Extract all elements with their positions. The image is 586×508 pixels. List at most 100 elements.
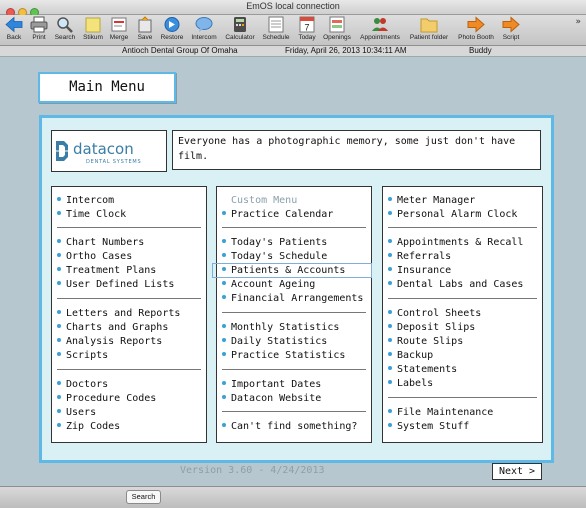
- bullet-icon: [388, 380, 392, 384]
- appointments-icon: [372, 18, 388, 31]
- menu-item-scripts[interactable]: Scripts: [57, 349, 108, 362]
- bullet-icon: [388, 211, 392, 215]
- menu-item-todays-schedule[interactable]: Today's Schedule: [222, 250, 327, 263]
- toolbar-save-label: Save: [137, 34, 153, 41]
- custom-menu-header[interactable]: Custom Menu: [231, 194, 297, 207]
- toolbar-photo-booth-button[interactable]: Photo Booth: [455, 15, 497, 45]
- menu-item-cant-find-something[interactable]: Can't find something?: [222, 420, 357, 433]
- menu-item-treatment-plans[interactable]: Treatment Plans: [57, 264, 156, 277]
- menu-item-time-clock[interactable]: Time Clock: [57, 208, 126, 221]
- bullet-icon: [388, 197, 392, 201]
- bullet-icon: [57, 267, 61, 271]
- divider: [57, 369, 201, 370]
- toolbar: Back Print Search Stikum Merge Save Rest…: [0, 15, 586, 46]
- menu-item-control-sheets[interactable]: Control Sheets: [388, 307, 481, 320]
- divider: [57, 298, 201, 299]
- menu-item-intercom[interactable]: Intercom: [57, 194, 114, 207]
- speech-bubble-icon: [195, 17, 213, 32]
- menu-item-zip-codes[interactable]: Zip Codes: [57, 420, 120, 433]
- toolbar-overflow-icon[interactable]: »: [575, 17, 581, 27]
- menu-item-personal-alarm-clock[interactable]: Personal Alarm Clock: [388, 208, 517, 221]
- menu-item-statements[interactable]: Statements: [388, 363, 457, 376]
- toolbar-appointments-button[interactable]: Appointments: [356, 15, 404, 45]
- menu-column-2: Custom Menu Practice Calendar Today's Pa…: [212, 186, 372, 443]
- divider: [57, 227, 201, 228]
- menu-item-letters-and-reports[interactable]: Letters and Reports: [57, 307, 180, 320]
- bottom-bar: Search: [0, 486, 586, 508]
- menu-item-route-slips[interactable]: Route Slips: [388, 335, 463, 348]
- menu-item-ortho-cases[interactable]: Ortho Cases: [57, 250, 132, 263]
- toolbar-script-button[interactable]: Script: [499, 15, 523, 45]
- toolbar-back-button[interactable]: Back: [3, 15, 25, 45]
- menu-item-chart-numbers[interactable]: Chart Numbers: [57, 236, 144, 249]
- divider: [222, 411, 366, 412]
- menu-item-user-defined-lists[interactable]: User Defined Lists: [57, 278, 174, 291]
- menu-item-financial-arrangements[interactable]: Financial Arrangements: [222, 292, 363, 305]
- next-button[interactable]: Next >: [492, 463, 542, 480]
- bullet-icon: [57, 381, 61, 385]
- menu-item-practice-statistics[interactable]: Practice Statistics: [222, 349, 345, 362]
- menu-item-important-dates[interactable]: Important Dates: [222, 378, 321, 391]
- toolbar-today-label: Today: [298, 34, 316, 41]
- version-label: Version 3.60 - 4/24/2013: [180, 465, 325, 476]
- toolbar-openings-button[interactable]: Openings: [320, 15, 354, 45]
- back-arrow-icon: [5, 16, 23, 33]
- menu-item-monthly-statistics[interactable]: Monthly Statistics: [222, 321, 339, 334]
- bullet-icon: [222, 211, 226, 215]
- menu-item-charts-and-graphs[interactable]: Charts and Graphs: [57, 321, 168, 334]
- menu-item-appointments-and-recall[interactable]: Appointments & Recall: [388, 236, 523, 249]
- title-bar: EmOS local connection: [0, 0, 586, 17]
- menu-item-daily-statistics[interactable]: Daily Statistics: [222, 335, 327, 348]
- toolbar-appointments-label: Appointments: [360, 34, 400, 41]
- toolbar-search-button[interactable]: Search: [52, 15, 78, 45]
- menu-item-doctors[interactable]: Doctors: [57, 378, 108, 391]
- toolbar-schedule-button[interactable]: Schedule: [260, 15, 292, 45]
- toolbar-today-button[interactable]: 7 Today: [294, 15, 320, 45]
- toolbar-back-label: Back: [6, 34, 22, 41]
- bullet-icon: [388, 281, 392, 285]
- divider: [388, 298, 537, 299]
- menu-item-insurance[interactable]: Insurance: [388, 264, 451, 277]
- menu-item-backup[interactable]: Backup: [388, 349, 433, 362]
- menu-item-meter-manager[interactable]: Meter Manager: [388, 194, 475, 207]
- menu-item-deposit-slips[interactable]: Deposit Slips: [388, 321, 475, 334]
- toolbar-restore-button[interactable]: Restore: [158, 15, 186, 45]
- menu-item-labels[interactable]: Labels: [388, 377, 433, 390]
- toolbar-save-button[interactable]: Save: [133, 15, 157, 45]
- bullet-icon: [222, 295, 226, 299]
- bullet-icon: [222, 239, 226, 243]
- menu-item-analysis-reports[interactable]: Analysis Reports: [57, 335, 162, 348]
- bullet-icon: [57, 324, 61, 328]
- search-button[interactable]: Search: [126, 490, 161, 504]
- bullet-icon: [57, 409, 61, 413]
- menu-item-dental-labs-and-cases[interactable]: Dental Labs and Cases: [388, 278, 523, 291]
- bullet-icon: [57, 197, 61, 201]
- menu-item-referrals[interactable]: Referrals: [388, 250, 451, 263]
- bullet-icon: [388, 239, 392, 243]
- divider: [388, 227, 537, 228]
- bullet-icon: [222, 381, 226, 385]
- menu-item-file-maintenance[interactable]: File Maintenance: [388, 406, 493, 419]
- menu-item-system-stuff[interactable]: System Stuff: [388, 420, 469, 433]
- toolbar-patient-folder-button[interactable]: Patient folder: [405, 15, 453, 45]
- toolbar-restore-label: Restore: [160, 34, 184, 41]
- toolbar-intercom-button[interactable]: Intercom: [188, 15, 220, 45]
- menu-item-users[interactable]: Users: [57, 406, 96, 419]
- menu-item-procedure-codes[interactable]: Procedure Codes: [57, 392, 156, 405]
- toolbar-script-label: Script: [502, 34, 520, 41]
- sticky-note-icon: [85, 17, 101, 33]
- toolbar-merge-label: Merge: [109, 34, 129, 41]
- toolbar-merge-button[interactable]: Merge: [107, 15, 131, 45]
- menu-item-patients-and-accounts[interactable]: Patients & Accounts: [222, 264, 345, 277]
- menu-item-todays-patients[interactable]: Today's Patients: [222, 236, 327, 249]
- toolbar-calculator-button[interactable]: Calculator: [222, 15, 258, 45]
- menu-item-practice-calendar[interactable]: Practice Calendar: [222, 208, 333, 221]
- logo-wordmark: datacon: [73, 140, 134, 158]
- bullet-icon: [57, 338, 61, 342]
- menu-item-datacon-website[interactable]: Datacon Website: [222, 392, 321, 405]
- bullet-icon: [222, 423, 226, 427]
- menu-item-account-ageing[interactable]: Account Ageing: [222, 278, 315, 291]
- toolbar-print-button[interactable]: Print: [28, 15, 50, 45]
- menu-column-3: Meter Manager Personal Alarm Clock Appoi…: [382, 186, 543, 443]
- toolbar-stikum-button[interactable]: Stikum: [80, 15, 106, 45]
